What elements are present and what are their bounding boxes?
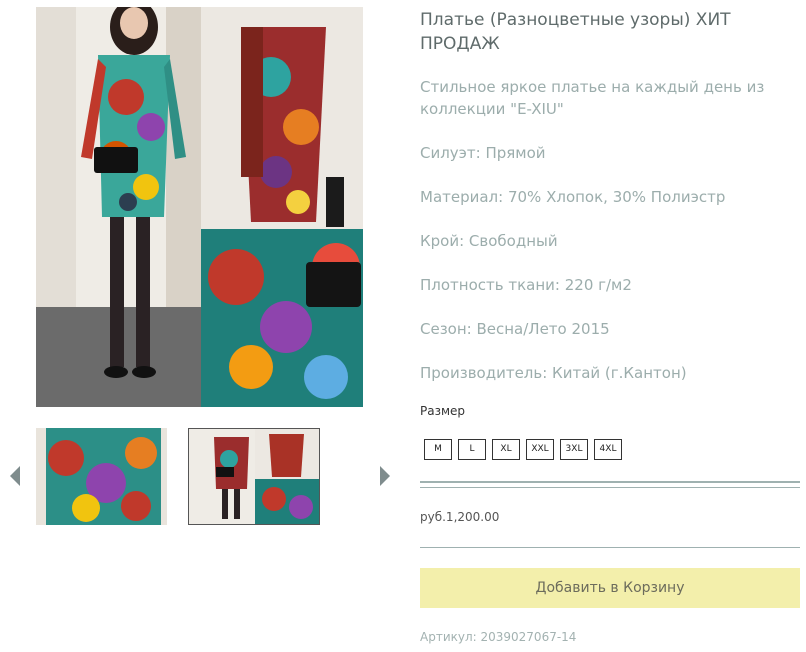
thumbnail-image — [36, 428, 167, 525]
add-to-cart-button[interactable]: Добавить в Корзину — [420, 568, 800, 608]
size-option-l[interactable]: L — [458, 439, 486, 460]
spec-material: Материал: 70% Хлопок, 30% Полиэстр — [420, 188, 726, 206]
size-selector: M L XL XXL 3XL 4XL — [424, 439, 628, 460]
product-description: Стильное яркое платье на каждый день из … — [420, 78, 765, 118]
spec-cut: Крой: Свободный — [420, 232, 558, 250]
spec-season: Сезон: Весна/Лето 2015 — [420, 320, 610, 338]
spec-density: Плотность ткани: 220 г/м2 — [420, 276, 632, 294]
size-option-3xl[interactable]: 3XL — [560, 439, 588, 460]
thumbnail-1[interactable] — [36, 428, 167, 525]
product-title: Платье (Разноцветные узоры) ХИТ ПРОДАЖ — [420, 10, 731, 54]
main-product-image[interactable] — [36, 7, 363, 407]
size-option-m[interactable]: M — [424, 439, 452, 460]
thumbnail-image — [189, 429, 319, 524]
spec-silhouette: Силуэт: Прямой — [420, 144, 546, 162]
product-price: руб.1,200.00 — [420, 510, 500, 524]
size-option-4xl[interactable]: 4XL — [594, 439, 622, 460]
thumbnail-2-selected[interactable] — [188, 428, 320, 525]
size-label: Размер — [420, 404, 466, 418]
product-sku: Артикул: 2039027067-14 — [420, 630, 577, 644]
product-photo — [36, 7, 363, 407]
chevron-right-icon[interactable] — [380, 466, 390, 486]
chevron-left-icon[interactable] — [10, 466, 20, 486]
divider — [420, 487, 800, 488]
spec-manufacturer: Производитель: Китай (г.Кантон) — [420, 364, 687, 382]
size-option-xl[interactable]: XL — [492, 439, 520, 460]
size-option-xxl[interactable]: XXL — [526, 439, 554, 460]
divider — [420, 481, 800, 483]
divider — [420, 547, 800, 548]
